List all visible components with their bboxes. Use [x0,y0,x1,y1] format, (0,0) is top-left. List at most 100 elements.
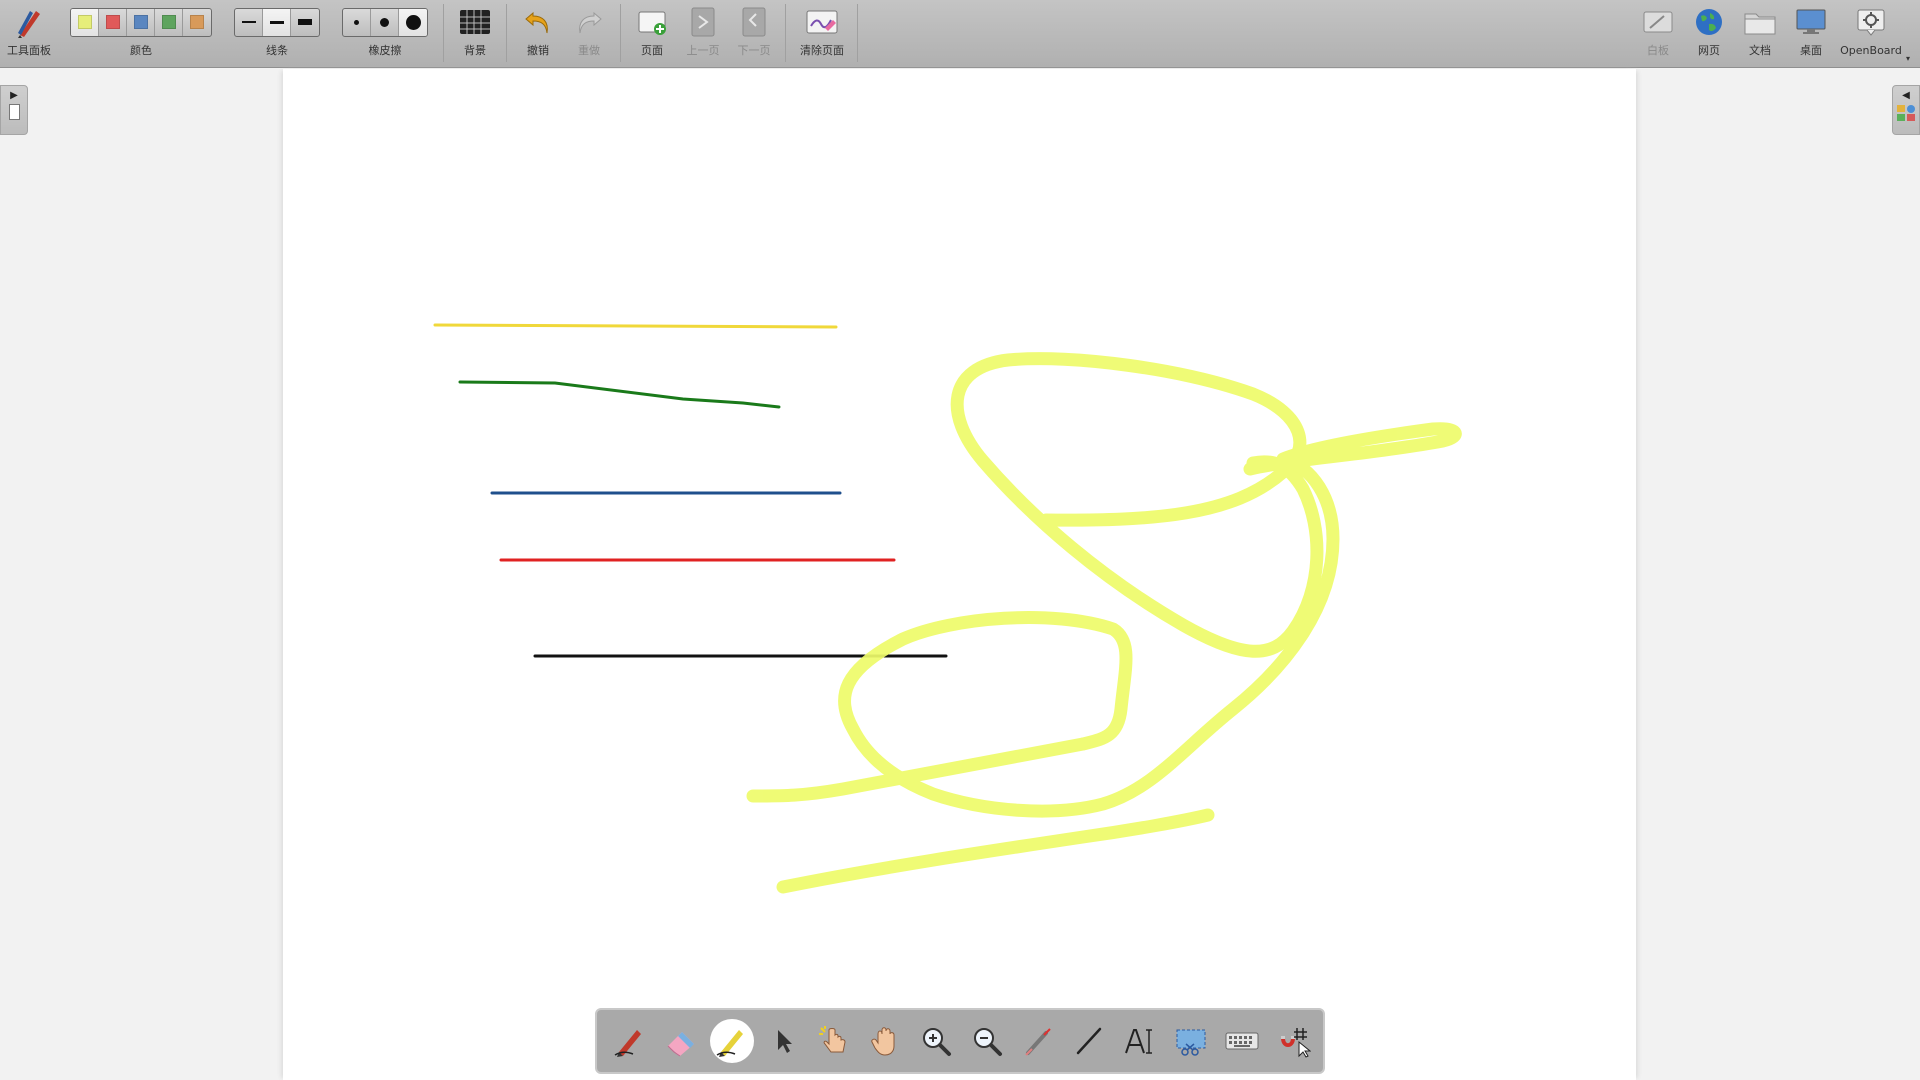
pointing-hand-icon [819,1026,846,1053]
monitor-icon [1794,0,1828,44]
toolbar-separator [785,4,786,62]
eraser-large-button[interactable] [399,8,427,36]
prev-page-button[interactable]: 上一页 [680,0,726,68]
line-width-selector [234,7,320,37]
clear-page-icon [805,0,839,44]
line-thin-button[interactable] [235,8,263,36]
zoom-out-icon [974,1028,1002,1056]
color-group: 颜色 [66,0,216,68]
eraser-medium-button[interactable] [371,8,399,36]
magnet-grid-tool-button[interactable] [1271,1019,1315,1063]
library-icon [1897,105,1915,121]
eraser-label: 橡皮擦 [368,44,402,57]
text-tool-button[interactable] [1118,1019,1162,1063]
interactive-pointer-tool-button[interactable] [812,1019,856,1063]
dropdown-arrow-icon[interactable]: ▾ [1906,54,1910,63]
line-thick-button[interactable] [291,9,319,36]
next-page-label: 下一页 [737,44,771,57]
zoom-in-icon [923,1028,951,1056]
line-medium-button[interactable] [263,8,291,36]
line-width-group: 线条 [232,0,322,68]
globe-icon [1693,0,1725,44]
next-page-icon [740,0,768,44]
clear-page-button[interactable]: 清除页面 [792,0,852,68]
zoom-in-tool-button[interactable] [914,1019,958,1063]
tool-panel-button[interactable]: 工具面板 [2,0,56,68]
add-page-icon [636,0,668,44]
capture-tool-button[interactable] [1169,1019,1213,1063]
web-label: 网页 [1698,44,1720,57]
web-mode-button[interactable]: 网页 [1687,0,1731,68]
settings-gear-icon [1855,0,1887,44]
documents-mode-button[interactable]: 文档 [1738,0,1782,68]
toolbar-separator [506,4,507,62]
color-selector [70,7,212,37]
hand-icon [871,1027,895,1056]
prev-page-label: 上一页 [686,44,720,57]
background-button[interactable]: 背景 [450,0,500,68]
whiteboard-canvas[interactable] [283,69,1636,1080]
pen-tool-button[interactable] [608,1019,652,1063]
redo-label: 重做 [578,44,600,57]
line-icon [1076,1027,1102,1055]
desktop-label: 桌面 [1800,44,1822,57]
capture-icon [1176,1029,1206,1056]
next-page-button[interactable]: 下一页 [731,0,777,68]
line-tool-button[interactable] [1067,1019,1111,1063]
pen-icon [614,1030,641,1057]
color-swatch-blue[interactable] [127,8,155,36]
prev-page-icon [689,0,717,44]
hand-tool-button[interactable] [863,1019,907,1063]
magnet-grid-icon [1281,1028,1311,1058]
green-stroke [458,380,781,409]
redo-button[interactable]: 重做 [566,0,612,68]
eraser-icon [667,1032,694,1057]
redo-arrow-icon [574,0,604,44]
documents-label: 文档 [1749,44,1771,57]
highlighter-icon [716,1030,743,1057]
laser-pointer-tool-button[interactable] [1016,1019,1060,1063]
openboard-label: OpenBoard [1840,44,1902,57]
desktop-mode-button[interactable]: 桌面 [1789,0,1833,68]
color-swatch-green[interactable] [155,8,183,36]
toolbar-separator [857,4,858,62]
openboard-menu-button[interactable]: OpenBoard [1838,0,1904,68]
color-label: 颜色 [130,44,152,57]
expand-right-arrow-icon: ▶ [10,90,18,101]
new-page-button[interactable]: 页面 [630,0,674,68]
keyboard-icon [1225,1032,1259,1050]
highlighter-strokes [746,352,1462,894]
virtual-keyboard-button[interactable] [1220,1019,1264,1063]
eraser-size-selector [342,7,428,37]
arrow-pointer-icon [778,1030,792,1053]
right-library-panel-tab[interactable]: ◀ [1892,85,1920,135]
clear-page-label: 清除页面 [800,44,844,57]
main-toolbar: 工具面板 颜色 线条 橡皮擦 背景 撤销 重做 页面 上一页 下一页 清除页面 … [0,0,1920,68]
yellow-stroke [433,323,838,329]
page-thumbnail-icon [8,104,20,120]
whiteboard-icon [1642,0,1674,44]
whiteboard-label: 白板 [1647,44,1669,57]
undo-arrow-icon [523,0,553,44]
selector-tool-button[interactable] [761,1019,805,1063]
eraser-small-button[interactable] [343,8,371,36]
stylus-palette [595,1008,1325,1074]
undo-button[interactable]: 撤销 [515,0,561,68]
toolbar-separator [443,4,444,62]
folder-icon [1743,0,1777,44]
eraser-tool-button[interactable] [659,1019,703,1063]
whiteboard-mode-button[interactable]: 白板 [1636,0,1680,68]
color-swatch-orange[interactable] [183,9,211,36]
highlighter-tool-button[interactable] [710,1019,754,1063]
zoom-out-tool-button[interactable] [965,1019,1009,1063]
color-swatch-yellow[interactable] [71,8,99,36]
color-swatch-red[interactable] [99,8,127,36]
page-label: 页面 [641,44,663,57]
background-grid-icon [458,0,492,44]
drawing-layer [433,323,1462,894]
expand-left-arrow-icon: ◀ [1902,90,1910,101]
undo-label: 撤销 [527,44,549,57]
eraser-size-group: 橡皮擦 [340,0,430,68]
left-pages-panel-tab[interactable]: ▶ [0,85,28,135]
toolbar-separator [620,4,621,62]
